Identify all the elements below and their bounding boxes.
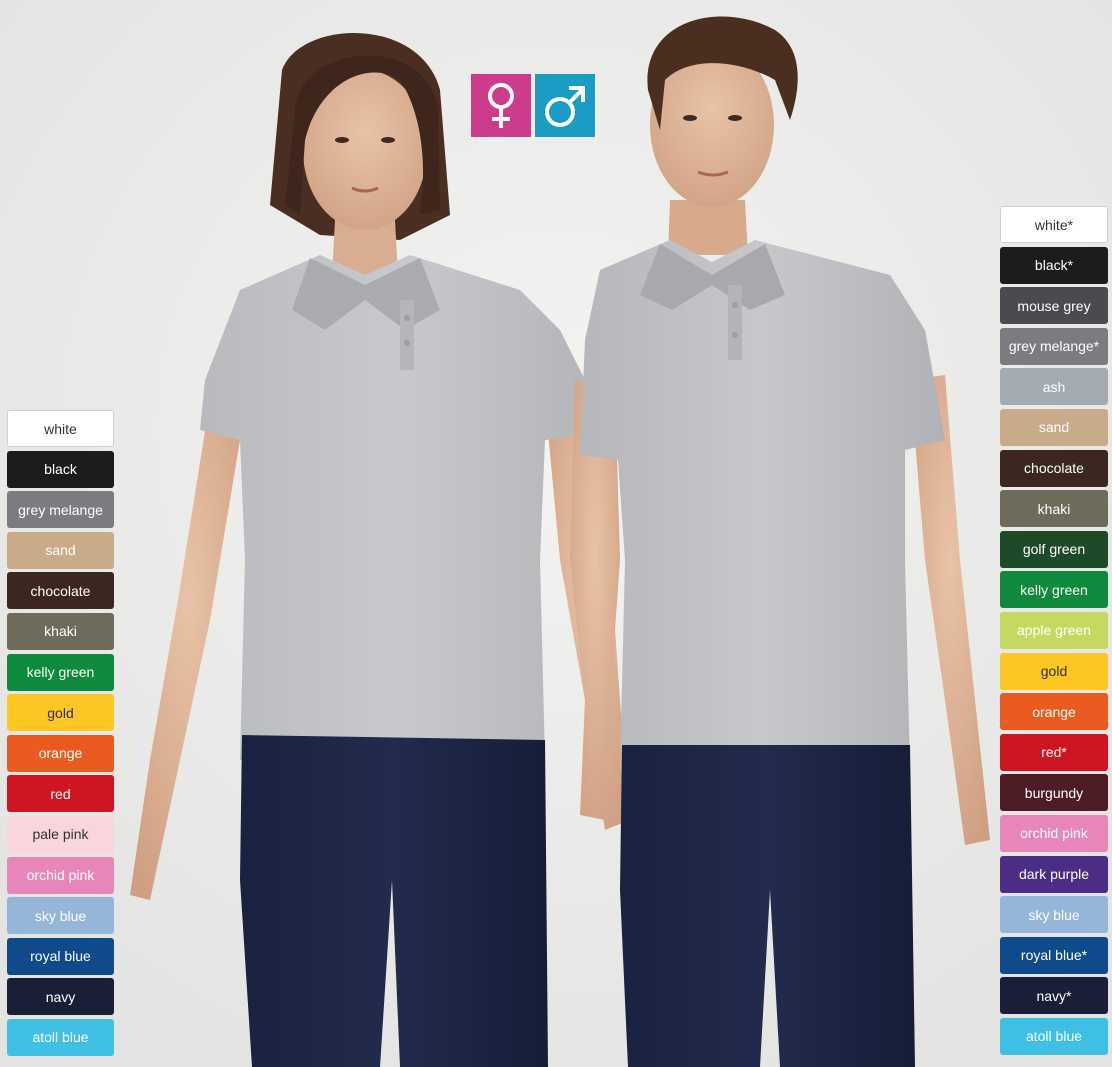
female-symbol-icon (471, 74, 531, 137)
male-color-swatch[interactable]: chocolate (1000, 449, 1108, 487)
male-color-swatch[interactable]: red* (1000, 733, 1108, 771)
male-color-swatch[interactable]: black* (1000, 246, 1108, 284)
male-color-list: white* black* mouse grey grey melange* ash sa… (1000, 206, 1108, 1058)
male-color-swatch[interactable]: kelly green (1000, 571, 1108, 609)
male-color-swatch[interactable]: white* (1000, 206, 1108, 243)
male-color-swatch[interactable]: orchid pink (1000, 814, 1108, 852)
male-icon-bg (535, 74, 595, 137)
male-color-swatch[interactable]: sand (1000, 408, 1108, 446)
male-color-swatch[interactable]: khaki (1000, 490, 1108, 528)
female-color-swatch[interactable]: chocolate (7, 572, 114, 610)
female-color-swatch[interactable]: white (7, 410, 114, 447)
female-color-list: white black grey melange sand chocolate khaki… (7, 410, 114, 1060)
male-color-swatch[interactable]: apple green (1000, 611, 1108, 649)
female-color-swatch[interactable]: royal blue (7, 937, 114, 975)
female-color-swatch[interactable]: khaki (7, 612, 114, 650)
male-color-swatch[interactable]: ash (1000, 368, 1108, 406)
product-photo (0, 0, 1112, 1067)
male-color-swatch[interactable]: gold (1000, 652, 1108, 690)
female-color-swatch[interactable]: black (7, 450, 114, 488)
male-color-swatch[interactable]: atoll blue (1000, 1017, 1108, 1055)
female-color-swatch[interactable]: kelly green (7, 653, 114, 691)
male-color-swatch[interactable]: orange (1000, 693, 1108, 731)
male-color-swatch[interactable]: grey melange* (1000, 327, 1108, 365)
male-color-swatch[interactable]: royal blue* (1000, 936, 1108, 974)
male-color-swatch[interactable]: navy* (1000, 977, 1108, 1015)
female-color-swatch[interactable]: navy (7, 978, 114, 1016)
female-color-swatch[interactable]: gold (7, 694, 114, 732)
female-color-swatch[interactable]: orchid pink (7, 856, 114, 894)
female-color-swatch[interactable]: sand (7, 531, 114, 569)
female-color-swatch[interactable]: sky blue (7, 897, 114, 935)
male-color-swatch[interactable]: burgundy (1000, 774, 1108, 812)
male-symbol-icon (535, 74, 595, 137)
male-color-swatch[interactable]: golf green (1000, 530, 1108, 568)
male-color-swatch[interactable]: dark purple (1000, 855, 1108, 893)
male-color-swatch[interactable]: mouse grey (1000, 287, 1108, 325)
male-color-swatch[interactable]: sky blue (1000, 896, 1108, 934)
female-color-swatch[interactable]: grey melange (7, 491, 114, 529)
female-color-swatch[interactable]: orange (7, 734, 114, 772)
female-color-swatch[interactable]: red (7, 775, 114, 813)
female-color-swatch[interactable]: atoll blue (7, 1018, 114, 1056)
female-color-swatch[interactable]: pale pink (7, 815, 114, 853)
